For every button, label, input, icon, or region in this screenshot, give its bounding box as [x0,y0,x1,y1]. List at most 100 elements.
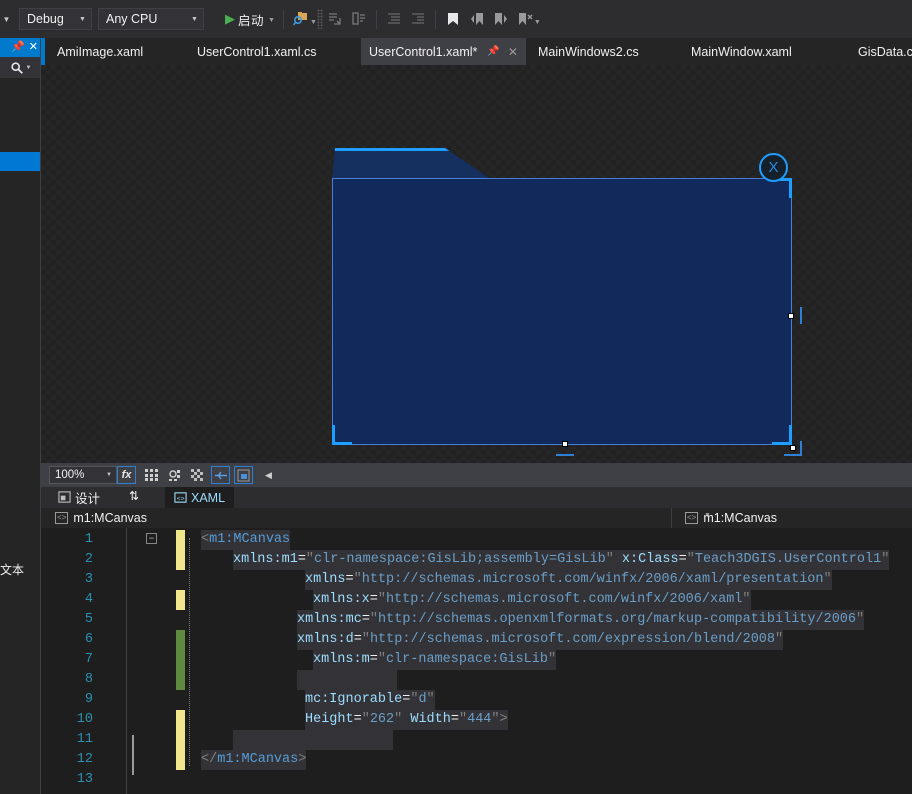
xaml-element-icon: <> [685,512,699,524]
close-icon[interactable]: ✕ [508,45,518,59]
show-grid-button[interactable] [142,466,161,484]
code-line-4[interactable]: xmlns:x="http://schemas.microsoft.com/wi… [313,590,751,610]
breadcrumb-right-label: m1:MCanvas [703,511,777,525]
chevron-down-icon[interactable]: ▼ [268,17,275,24]
chevron-down-icon[interactable]: ▼ [534,19,541,26]
resize-handle-bottom-center[interactable] [562,441,568,447]
line-number: 4 [84,592,93,607]
code-line-12[interactable]: </m1:MCanvas> [201,750,307,770]
snap-to-gridlines-button[interactable] [211,466,230,484]
resize-handle-bottom-right[interactable] [790,445,796,451]
xaml-view-icon: <> [174,492,187,503]
decrease-indent-icon[interactable] [382,6,406,32]
code-line-1[interactable]: <m1:MCanvas [201,530,291,550]
snap-to-snaplines-button[interactable] [234,466,253,484]
folder-body-shape [332,178,792,445]
close-icon[interactable]: ✕ [29,42,38,53]
transparency-grid-button[interactable] [188,466,207,484]
change-marker [176,550,185,570]
code-line-3[interactable]: xmlns="http://schemas.microsoft.com/winf… [305,570,832,590]
code-line-7[interactable]: xmlns:m="clr-namespace:GisLib" [313,650,557,670]
designer-status-bar: 100% ▼ fx ◀ [41,463,912,487]
view-tab-strip: 设计 ⇅ <> XAML [41,487,912,508]
collapse-pane-button[interactable]: ◀ [259,466,278,484]
code-line-10[interactable]: Height="262" Width="444"> [305,710,508,730]
uncomment-selection-icon[interactable] [347,6,371,32]
guideline-corner-h [784,454,802,456]
fx-icon: fx [121,469,132,481]
code-line-2[interactable]: xmlns:m1="clr-namespace:GisLib;assembly=… [233,550,890,570]
tab-usercontrol1-xaml-cs[interactable]: UserControl1.xaml.cs [189,38,324,65]
code-line-6[interactable]: xmlns:d="http://schemas.microsoft.com/ex… [297,630,784,650]
left-tool-window: 📌 ✕ ▼ 文本 [0,38,41,794]
tab-gisdata-cs[interactable]: GisData.cs [850,38,912,65]
toolbar-separator [434,9,436,29]
line-number: 11 [76,732,93,747]
snaplines-icon [237,469,249,481]
code-line-11[interactable] [233,730,393,750]
xaml-code-editor[interactable]: 1 2 3 4 5 6 7 8 9 10 11 12 13 <m1:MCanva… [41,528,912,794]
change-marker [176,750,185,770]
effects-fx-button[interactable]: fx [117,466,136,484]
snap-gridlines-icon [214,471,227,479]
swap-panes-button[interactable]: ⇅ [129,489,139,503]
line-number: 5 [84,612,93,627]
increase-indent-icon[interactable] [406,6,430,32]
start-debug-label: 启动 [238,13,265,28]
breadcrumb-left-dropdown[interactable]: <> m1:MCanvas [49,508,147,528]
line-number: 10 [76,712,93,727]
left-dock-selected-item[interactable] [0,152,41,171]
navbar-divider [671,508,672,528]
code-line-8[interactable] [297,670,397,690]
svg-text:<>: <> [177,495,185,502]
tab-design-view[interactable]: 设计 [49,487,109,508]
next-bookmark-icon[interactable] [489,6,513,32]
code-line-5[interactable]: xmlns:mc="http://schemas.openxmlformats.… [297,610,865,630]
chevron-down-icon: ▼ [106,472,112,478]
toolbar-grip[interactable] [316,9,323,29]
navigation-bar: <> m1:MCanvas ▼ <> m1:MCanvas [41,508,912,528]
chevron-down-icon[interactable]: ▼ [26,65,32,71]
toolbar-separator [375,9,377,29]
previous-bookmark-icon[interactable] [465,6,489,32]
left-dock-search-row[interactable]: ▼ [0,57,41,78]
toggle-bookmark-icon[interactable] [441,6,465,32]
configuration-value: Debug [27,12,64,26]
grid-icon [144,469,158,481]
tab-label: MainWindows2.cs [538,44,639,59]
xaml-design-surface[interactable]: X [41,65,912,463]
pin-icon[interactable]: 📌 [487,46,499,57]
configuration-combobox[interactable]: Debug ▼ [19,8,92,30]
left-dock-truncated-label: 文本 [0,563,25,577]
zoom-level-combobox[interactable]: 100% ▼ [49,466,117,484]
breadcrumb-right-dropdown[interactable]: <> m1:MCanvas [679,508,777,528]
checker-icon [190,468,203,481]
pin-icon[interactable]: 📌 [11,42,25,53]
chevron-down-icon[interactable]: ▼ [310,19,317,26]
code-line-9[interactable]: mc:Ignorable="d" [305,690,435,710]
collapse-region-button[interactable]: − [146,533,157,544]
resize-handle-right-middle[interactable] [788,313,794,319]
tab-usercontrol1-xaml[interactable]: UserControl1.xaml* 📌 ✕ [361,38,526,65]
line-number: 8 [84,672,93,687]
play-triangle-icon: ▶ [225,11,235,26]
structure-guide-bar [132,735,134,775]
toolbar-overflow-caret[interactable]: ▼ [0,0,13,38]
change-marker [176,630,185,650]
left-triangle-icon: ◀ [265,469,272,480]
folder-shape[interactable]: X [332,148,802,456]
change-marker [176,670,185,690]
close-badge-circle[interactable]: X [759,153,788,182]
tab-xaml-view[interactable]: <> XAML [165,487,235,508]
close-badge-label: X [768,159,779,176]
visual-studio-window: ▼ Debug ▼ Any CPU ▼ ▶ 启动 ▼ ▼ ▼ 📌 ✕ ▼ 文本 … [0,0,912,794]
breadcrumb-left-label: m1:MCanvas [73,511,147,525]
tab-amiimage-xaml[interactable]: AmiImage.xaml [49,38,151,65]
platform-combobox[interactable]: Any CPU ▼ [98,8,204,30]
comment-selection-icon[interactable] [323,6,347,32]
grid-options-button[interactable] [165,466,184,484]
start-debug-button[interactable]: ▶ 启动 ▼ [214,6,278,32]
tab-mainwindow-xaml[interactable]: MainWindow.xaml [683,38,800,65]
tab-mainwindows2-cs[interactable]: MainWindows2.cs [530,38,647,65]
line-number: 9 [84,692,93,707]
